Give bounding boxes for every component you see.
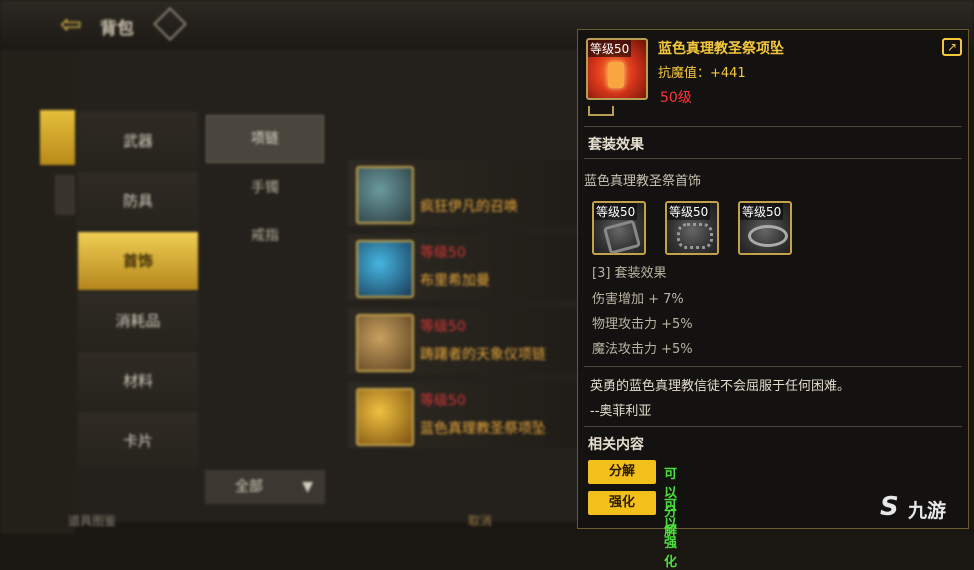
subcategory-bracelet[interactable]: 手镯 bbox=[206, 165, 324, 211]
back-arrow-icon[interactable]: ⇦ bbox=[60, 10, 82, 40]
category-list: 武器 防具 首饰 消耗品 材料 卡片 bbox=[78, 112, 198, 472]
gem-shape bbox=[608, 62, 624, 88]
divider bbox=[584, 366, 962, 367]
share-icon[interactable]: ↗ bbox=[942, 38, 962, 56]
icon-level-tag: 等级50 bbox=[740, 203, 784, 220]
dropdown-arrow-icon: ▼ bbox=[302, 479, 313, 495]
related-title: 相关内容 bbox=[588, 437, 644, 453]
watermark-logo: S 九游 bbox=[880, 492, 974, 532]
set-effect-line: 伤害增加 + 7% bbox=[592, 292, 684, 307]
info-diamond-icon[interactable] bbox=[153, 7, 187, 41]
set-name: 蓝色真理教圣祭首饰 bbox=[584, 174, 702, 189]
category-weapon[interactable]: 武器 bbox=[78, 112, 198, 170]
item-level: 等级50 bbox=[420, 393, 466, 409]
item-row[interactable]: 等级50 踌躇者的天象仪项链 bbox=[348, 308, 588, 374]
item-icon bbox=[356, 388, 414, 446]
divider bbox=[584, 158, 962, 159]
icon-level-tag: 等级50 bbox=[588, 40, 632, 57]
icon-level-tag: 等级50 bbox=[594, 203, 638, 220]
enhance-button[interactable]: 强化 bbox=[588, 491, 656, 515]
required-level: 50级 bbox=[660, 90, 692, 106]
item-icon bbox=[356, 240, 414, 298]
divider bbox=[584, 426, 962, 427]
item-name: 疯狂伊凡的召唤 bbox=[420, 199, 518, 215]
necklace-icon: 等级50 bbox=[586, 38, 648, 100]
action-note: 可以强化 bbox=[664, 498, 678, 570]
item-name: 蓝色真理教圣祭项坠 bbox=[420, 421, 546, 437]
subcategory-list: 项链 手镯 戒指 bbox=[206, 115, 324, 261]
item-icon bbox=[356, 314, 414, 372]
set-effect-line: 魔法攻击力 +5% bbox=[592, 342, 693, 357]
left-rail bbox=[0, 50, 75, 534]
item-list: 疯狂伊凡的召唤 等级50 布里希加曼 等级50 踌躇者的天象仪项链 等级50 蓝… bbox=[348, 160, 588, 456]
disassemble-button[interactable]: 分解 bbox=[588, 460, 656, 484]
set-section-title: 套装效果 bbox=[588, 137, 644, 153]
filter-label: 全部 bbox=[235, 479, 263, 495]
icon-bracket bbox=[588, 106, 614, 116]
item-tooltip: 等级50 蓝色真理教圣祭项坠 抗魔值：+441 50级 ↗ 套装效果 蓝色真理教… bbox=[577, 29, 969, 570]
divider bbox=[584, 126, 962, 127]
subcategory-necklace[interactable]: 项链 bbox=[206, 115, 324, 163]
category-material[interactable]: 材料 bbox=[78, 352, 198, 410]
logo-mark-icon: S bbox=[880, 492, 899, 522]
logo-text: 九游 bbox=[908, 500, 947, 522]
rail-tab[interactable] bbox=[55, 175, 75, 215]
item-name: 踌躇者的天象仪项链 bbox=[420, 347, 546, 363]
cancel-link[interactable]: 取消 bbox=[468, 512, 492, 529]
item-row[interactable]: 等级50 布里希加曼 bbox=[348, 234, 588, 300]
icon-level-tag: 等级50 bbox=[667, 203, 711, 220]
flavor-author: --奥菲利亚 bbox=[590, 404, 652, 419]
filter-dropdown[interactable]: 全部 ▼ bbox=[205, 470, 325, 504]
item-name: 蓝色真理教圣祭项坠 bbox=[658, 41, 784, 57]
item-row[interactable]: 疯狂伊凡的召唤 bbox=[348, 160, 588, 226]
item-level: 等级50 bbox=[420, 245, 466, 261]
set-effect-line: 物理攻击力 +5% bbox=[592, 317, 693, 332]
item-level: 等级50 bbox=[420, 319, 466, 335]
set-effect-header: [3] 套装效果 bbox=[592, 266, 667, 281]
bracelet-icon[interactable]: 等级50 bbox=[592, 201, 646, 255]
stat-line: 抗魔值：+441 bbox=[658, 66, 746, 81]
ring-icon[interactable]: 等级50 bbox=[738, 201, 792, 255]
item-row[interactable]: 等级50 蓝色真理教圣祭项坠 bbox=[348, 382, 588, 448]
rail-tab-active[interactable] bbox=[40, 110, 75, 165]
bag-title: 背包 bbox=[100, 19, 134, 39]
ring-band-icon[interactable]: 等级50 bbox=[665, 201, 719, 255]
category-card[interactable]: 卡片 bbox=[78, 412, 198, 470]
category-consumable[interactable]: 消耗品 bbox=[78, 292, 198, 350]
item-icon bbox=[356, 166, 414, 224]
category-accessory[interactable]: 首饰 bbox=[78, 232, 198, 290]
item-codex-link[interactable]: 道具图鉴 bbox=[68, 512, 116, 529]
subcategory-ring[interactable]: 戒指 bbox=[206, 213, 324, 259]
item-name: 布里希加曼 bbox=[420, 273, 490, 289]
category-armor[interactable]: 防具 bbox=[78, 172, 198, 230]
flavor-text: 英勇的蓝色真理教信徒不会屈服于任何困难。 bbox=[590, 379, 851, 394]
